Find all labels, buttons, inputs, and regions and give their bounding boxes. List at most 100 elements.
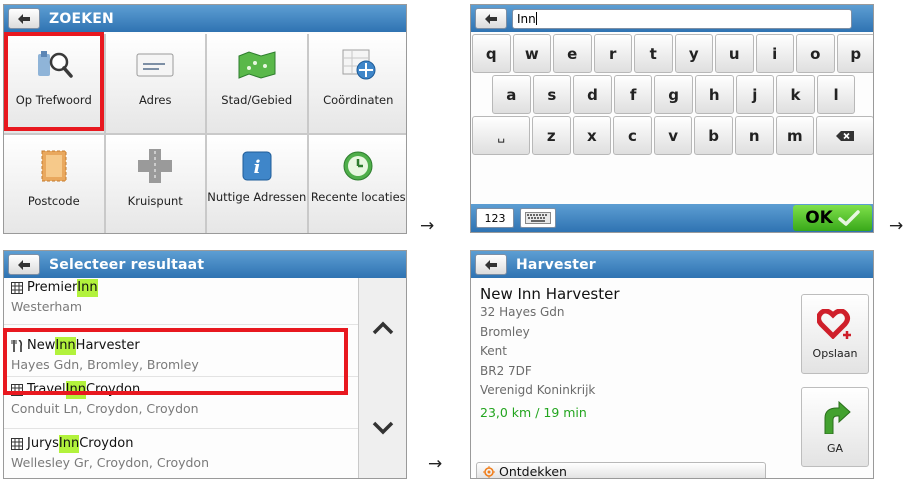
numeric-mode-button[interactable]: 123 <box>476 208 514 228</box>
address-line: Bromley <box>480 324 530 339</box>
space-bar-icon: ␣ <box>497 128 505 143</box>
clock-icon <box>342 147 374 185</box>
key-b[interactable]: b <box>694 116 733 155</box>
keyboard-icon <box>525 212 551 224</box>
tile-useful-addresses[interactable]: i Nuttige Adressen <box>207 135 307 233</box>
tile-city[interactable]: Stad/Gebied <box>207 34 307 133</box>
save-button-label: Opslaan <box>812 346 858 360</box>
backspace-key[interactable] <box>816 116 873 155</box>
address-line: BR2 7DF <box>480 363 532 378</box>
go-button-label: GA <box>826 441 844 455</box>
scroll-down-button[interactable] <box>359 378 406 478</box>
highlight-frame <box>3 328 348 395</box>
key-i[interactable]: i <box>755 34 794 73</box>
result-name-text: Premier <box>27 280 78 295</box>
result-name: Premier Inn <box>11 279 360 297</box>
postcode-stamp-icon <box>39 147 69 185</box>
result-location: Westerham <box>11 299 83 314</box>
key-o[interactable]: o <box>796 34 835 73</box>
ok-button[interactable]: OK <box>793 205 872 231</box>
space-key[interactable]: ␣ <box>472 116 530 155</box>
input-bar: Inn <box>471 5 873 32</box>
key-c[interactable]: c <box>613 116 652 155</box>
result-location: Conduit Ln, Croydon, Croydon <box>11 401 199 416</box>
intersection-icon <box>137 147 173 185</box>
key-r[interactable]: r <box>593 34 632 73</box>
key-j[interactable]: j <box>735 75 775 114</box>
tile-label: Kruispunt <box>127 194 183 208</box>
back-button[interactable] <box>475 254 507 275</box>
key-h[interactable]: h <box>694 75 734 114</box>
title-bar: ZOEKEN <box>4 5 406 32</box>
key-g[interactable]: g <box>654 75 693 114</box>
tile-address[interactable]: Adres <box>105 34 205 133</box>
scroll-up-button[interactable] <box>359 278 406 378</box>
turn-right-arrow-icon <box>824 400 851 434</box>
keyboard-bottom-bar: 123 OK <box>471 204 873 232</box>
keyboard-layout-button[interactable] <box>520 208 556 228</box>
search-input-value: Inn <box>517 11 536 26</box>
keyboard-row-2: a s d f g h j k l <box>471 75 873 114</box>
back-arrow-icon <box>18 13 30 24</box>
scroll-panel <box>358 278 406 478</box>
page-title: Selecteer resultaat <box>49 256 205 273</box>
keyboard-screen: Inn q w e r t y u i o p a s d f g h j k … <box>470 4 874 233</box>
address-card-icon <box>135 46 175 84</box>
result-item[interactable]: Jurys Inn Croydon Wellesley Gr, Croydon,… <box>4 429 360 478</box>
key-t[interactable]: t <box>634 34 673 73</box>
poi-detail-screen: Harvester New Inn Harvester 32 Hayes Gdn… <box>470 250 874 479</box>
key-p[interactable]: p <box>836 34 873 73</box>
page-title: Harvester <box>516 256 596 273</box>
key-x[interactable]: x <box>572 116 612 155</box>
title-bar: Harvester <box>471 251 873 278</box>
tile-intersection[interactable]: Kruispunt <box>105 135 205 233</box>
tile-recent-locations[interactable]: Recente locaties <box>308 135 406 233</box>
info-icon: i <box>242 147 272 185</box>
chevron-down-icon <box>372 421 393 435</box>
back-button[interactable] <box>8 254 40 275</box>
search-input[interactable]: Inn <box>512 8 852 29</box>
result-item[interactable]: Premier Inn Westerham <box>4 278 360 325</box>
key-l[interactable]: l <box>816 75 856 114</box>
back-button[interactable] <box>475 8 507 29</box>
key-e[interactable]: e <box>553 34 592 73</box>
key-d[interactable]: d <box>573 75 612 114</box>
save-button[interactable]: Opslaan <box>801 294 869 374</box>
back-arrow-icon <box>485 259 497 270</box>
city-map-icon <box>235 46 279 84</box>
key-k[interactable]: k <box>776 75 815 114</box>
address-line: Verenigd Koninkrijk <box>480 383 596 397</box>
key-s[interactable]: s <box>532 75 572 114</box>
key-u[interactable]: u <box>715 34 754 73</box>
match-highlight: Inn <box>58 435 80 453</box>
tile-coordinates[interactable]: Coördinaten <box>308 34 406 133</box>
explore-button-label: Ontdekken <box>499 464 567 479</box>
flow-arrow: → <box>889 216 904 236</box>
back-button[interactable] <box>8 8 40 29</box>
address-line: 32 Hayes Gdn <box>480 305 565 319</box>
address-line: Kent <box>480 344 507 358</box>
distance-time: 23,0 km / 19 min <box>480 404 587 420</box>
result-location: Wellesley Gr, Croydon, Croydon <box>11 455 210 470</box>
key-m[interactable]: m <box>775 116 815 155</box>
poi-details: New Inn Harvester 32 Hayes Gdn Bromley K… <box>471 278 771 424</box>
key-n[interactable]: n <box>734 116 774 155</box>
key-q[interactable]: q <box>472 34 511 73</box>
key-z[interactable]: z <box>532 116 571 155</box>
tile-postcode[interactable]: Postcode <box>4 135 104 233</box>
explore-button[interactable]: Ontdekken <box>476 462 766 479</box>
key-a[interactable]: a <box>492 75 531 114</box>
result-name-text: Croydon <box>79 436 134 451</box>
tile-label: Adres <box>138 93 172 107</box>
key-f[interactable]: f <box>613 75 653 114</box>
highlight-frame <box>4 32 104 131</box>
checkmark-icon <box>838 210 860 226</box>
go-button[interactable]: GA <box>801 387 869 467</box>
key-w[interactable]: w <box>512 34 551 73</box>
key-y[interactable]: y <box>674 34 713 73</box>
back-arrow-icon <box>485 13 497 24</box>
tile-label: Postcode <box>27 194 80 208</box>
ok-button-label: OK <box>805 208 833 228</box>
key-v[interactable]: v <box>653 116 693 155</box>
flow-arrow: → <box>420 216 435 236</box>
